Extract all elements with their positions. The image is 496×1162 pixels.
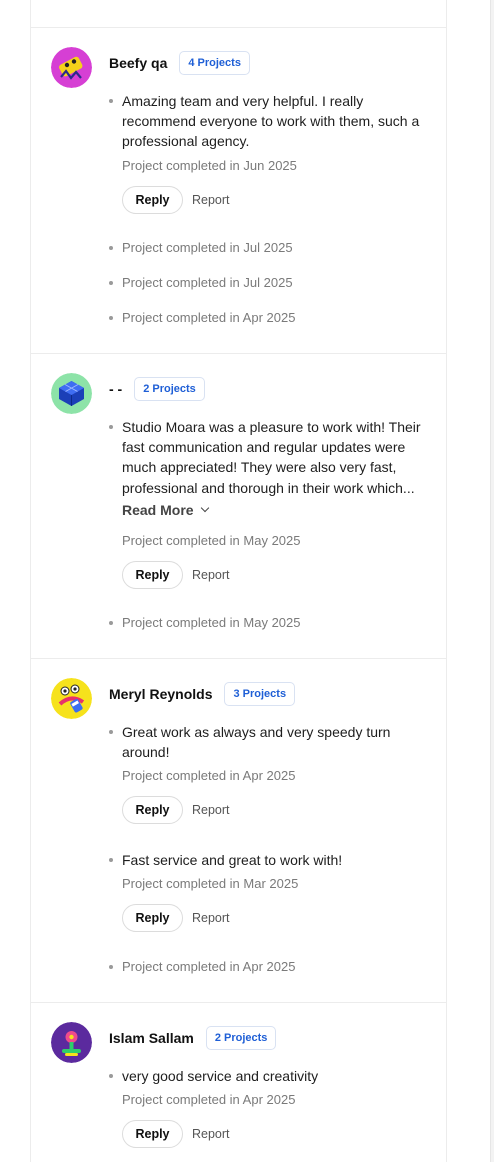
bullet (109, 965, 113, 969)
report-link[interactable]: Report (192, 1127, 230, 1141)
reviewer-header: Meryl Reynolds 3 Projects (109, 682, 296, 706)
reply-button[interactable]: Reply (122, 796, 183, 824)
report-link[interactable]: Report (192, 193, 230, 207)
reviewer-name[interactable]: Beefy qa (109, 55, 167, 71)
avatar-illustration-icon (51, 1022, 92, 1063)
report-link[interactable]: Report (192, 911, 230, 925)
completed-date: Project completed in May 2025 (122, 533, 301, 548)
bullet (109, 246, 113, 250)
bullet (109, 858, 113, 862)
avatar-illustration-icon (51, 373, 92, 414)
bullet (109, 99, 113, 103)
completed-date: Project completed in Apr 2025 (122, 310, 296, 325)
projects-badge[interactable]: 4 Projects (179, 51, 250, 75)
projects-badge[interactable]: 2 Projects (205, 1026, 277, 1050)
reviewer-header: - - 2 Projects (109, 377, 205, 401)
avatar[interactable] (51, 1022, 92, 1063)
avatar[interactable] (51, 47, 92, 88)
review-actions: Reply Report (122, 186, 230, 214)
review-card: Islam Sallam 2 Projects very good servic… (31, 1002, 446, 1162)
reviewer-header: Beefy qa 4 Projects (109, 51, 250, 75)
review-card: Beefy qa 4 Projects Amazing team and ver… (31, 27, 446, 353)
read-more-button[interactable]: Read More (122, 502, 209, 518)
bullet (109, 281, 113, 285)
completed-date: Project completed in Apr 2025 (122, 959, 296, 974)
review-actions: Reply Report (122, 561, 230, 589)
completed-date: Project completed in Mar 2025 (122, 876, 299, 891)
bullet (109, 316, 113, 320)
completed-date: Project completed in Apr 2025 (122, 1092, 296, 1107)
bullet (109, 1074, 113, 1078)
report-link[interactable]: Report (192, 803, 230, 817)
bullet (109, 621, 113, 625)
avatar-illustration-icon (51, 678, 92, 719)
review-text: very good service and creativity (122, 1068, 319, 1084)
reviewer-name[interactable]: Meryl Reynolds (109, 686, 212, 702)
review-card: Meryl Reynolds 3 Projects Great work as … (31, 658, 446, 1002)
review-text: Great work as always and very speedy tur… (122, 724, 391, 761)
reviews-panel: Beefy qa 4 Projects Amazing team and ver… (30, 0, 447, 1162)
review-card: - - 2 Projects Studio Moara was a pleasu… (31, 353, 446, 658)
avatar[interactable] (51, 373, 92, 414)
review-text: Amazing team and very helpful. I really … (122, 93, 420, 150)
bullet (109, 730, 113, 734)
read-more-label: Read More (122, 502, 194, 518)
review-actions: Reply Report (122, 1120, 230, 1148)
completed-date: Project completed in Jun 2025 (122, 158, 297, 173)
reviewer-header: Islam Sallam 2 Projects (109, 1026, 277, 1050)
avatar-illustration-icon (51, 47, 92, 88)
reply-button[interactable]: Reply (122, 186, 183, 214)
reviewer-name[interactable]: Islam Sallam (109, 1030, 194, 1046)
completed-date: Project completed in Jul 2025 (122, 275, 293, 290)
completed-date: Project completed in May 2025 (122, 615, 301, 630)
projects-badge[interactable]: 3 Projects (224, 682, 296, 706)
completed-date: Project completed in Apr 2025 (122, 768, 296, 783)
reply-button[interactable]: Reply (122, 1120, 183, 1148)
review-actions: Reply Report (122, 796, 230, 824)
reply-button[interactable]: Reply (122, 561, 183, 589)
reply-button[interactable]: Reply (122, 904, 183, 932)
page-scrollbar[interactable] (490, 0, 494, 1162)
projects-badge[interactable]: 2 Projects (134, 377, 205, 401)
report-link[interactable]: Report (192, 568, 230, 582)
reviewer-name[interactable]: - - (109, 381, 122, 397)
chevron-down-icon (200, 503, 209, 513)
bullet (109, 425, 113, 429)
review-actions: Reply Report (122, 904, 230, 932)
review-text: Studio Moara was a pleasure to work with… (122, 419, 421, 496)
review-text: Fast service and great to work with! (122, 852, 343, 868)
completed-date: Project completed in Jul 2025 (122, 240, 293, 255)
avatar[interactable] (51, 678, 92, 719)
